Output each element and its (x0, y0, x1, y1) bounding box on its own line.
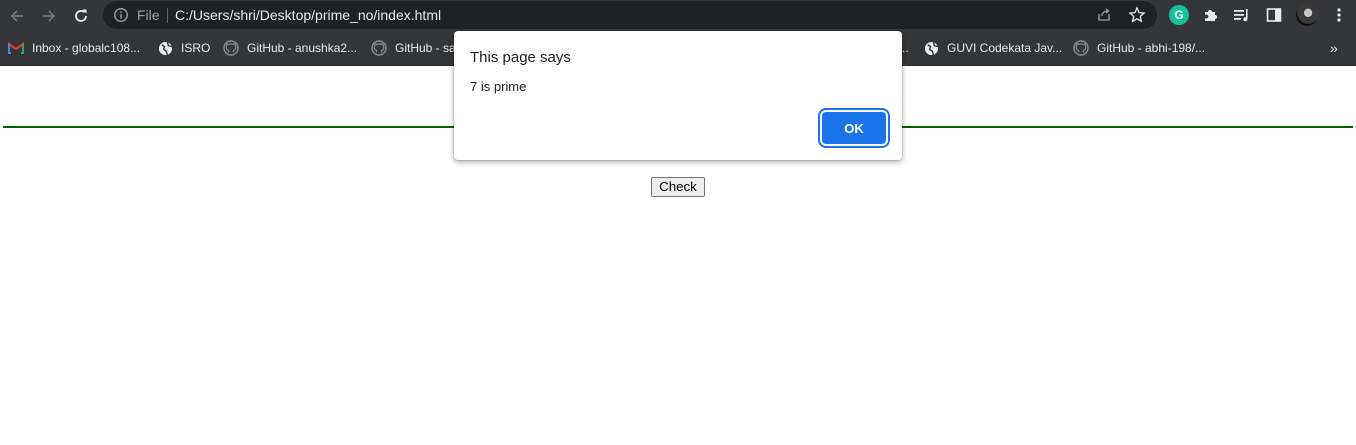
gmail-icon (8, 40, 24, 56)
kebab-menu-icon (1337, 8, 1341, 22)
bookmark-label: GitHub - sa (395, 41, 456, 55)
bookmark-github-anushka[interactable]: GitHub - anushka2... (223, 39, 357, 57)
arrow-left-icon (10, 10, 23, 22)
address-scheme: File (137, 7, 160, 23)
bookmark-label: GitHub - abhi-198/... (1097, 41, 1206, 55)
bookmark-isro[interactable]: ISRO (157, 39, 210, 57)
github-icon (371, 40, 387, 56)
reload-button[interactable] (69, 4, 93, 28)
grammarly-extension-icon[interactable]: G (1169, 5, 1189, 25)
address-divider (167, 8, 168, 23)
bookmark-hidden[interactable]: .. (902, 39, 909, 57)
dialog-title: This page says (470, 49, 571, 66)
puzzle-icon (1205, 10, 1217, 21)
menu-button[interactable] (1329, 5, 1349, 25)
bookmark-github-sa[interactable]: GitHub - sa (371, 39, 456, 57)
arrow-right-icon (43, 10, 56, 22)
bookmark-label: ISRO (181, 41, 211, 55)
extensions-icon[interactable] (1201, 5, 1221, 25)
side-panel-icon[interactable] (1264, 5, 1284, 25)
bookmark-label: GUVI Codekata Jav... (947, 41, 1063, 55)
forward-button[interactable] (37, 4, 61, 28)
alert-dialog: This page says 7 is prime OK (454, 31, 902, 160)
bookmark-label: .. (902, 41, 909, 55)
bookmark-github-abhi[interactable]: GitHub - abhi-198/... (1073, 39, 1205, 57)
bookmark-label: GitHub - anushka2... (247, 41, 358, 55)
media-control-icon[interactable] (1232, 5, 1252, 25)
reload-icon (75, 9, 87, 22)
playlist-icon (1234, 9, 1248, 22)
bookmark-label: Inbox - globalc108... (32, 41, 141, 55)
profile-avatar[interactable] (1296, 4, 1318, 26)
star-icon[interactable] (1128, 6, 1146, 24)
share-icon[interactable] (1096, 7, 1112, 23)
sidebar-toggle-icon (1266, 8, 1282, 22)
bookmark-inbox[interactable]: Inbox - globalc108... (8, 39, 140, 57)
ok-button[interactable]: OK (822, 112, 886, 144)
check-button[interactable]: Check (651, 177, 705, 197)
globe-icon (157, 40, 173, 56)
back-button[interactable] (5, 4, 29, 28)
github-icon (223, 40, 239, 56)
url-text[interactable]: C:/Users/shri/Desktop/prime_no/index.htm… (175, 7, 441, 23)
info-icon[interactable] (113, 7, 129, 23)
github-icon (1073, 40, 1089, 56)
bookmarks-overflow-button[interactable]: » (1330, 40, 1338, 56)
globe-icon (923, 40, 939, 56)
bookmark-guvi[interactable]: GUVI Codekata Jav... (923, 39, 1062, 57)
dialog-message: 7 is prime (470, 79, 527, 94)
browser-toolbar: File C:/Users/shri/Desktop/prime_no/inde… (0, 0, 1356, 31)
address-bar[interactable]: File C:/Users/shri/Desktop/prime_no/inde… (103, 1, 1157, 29)
